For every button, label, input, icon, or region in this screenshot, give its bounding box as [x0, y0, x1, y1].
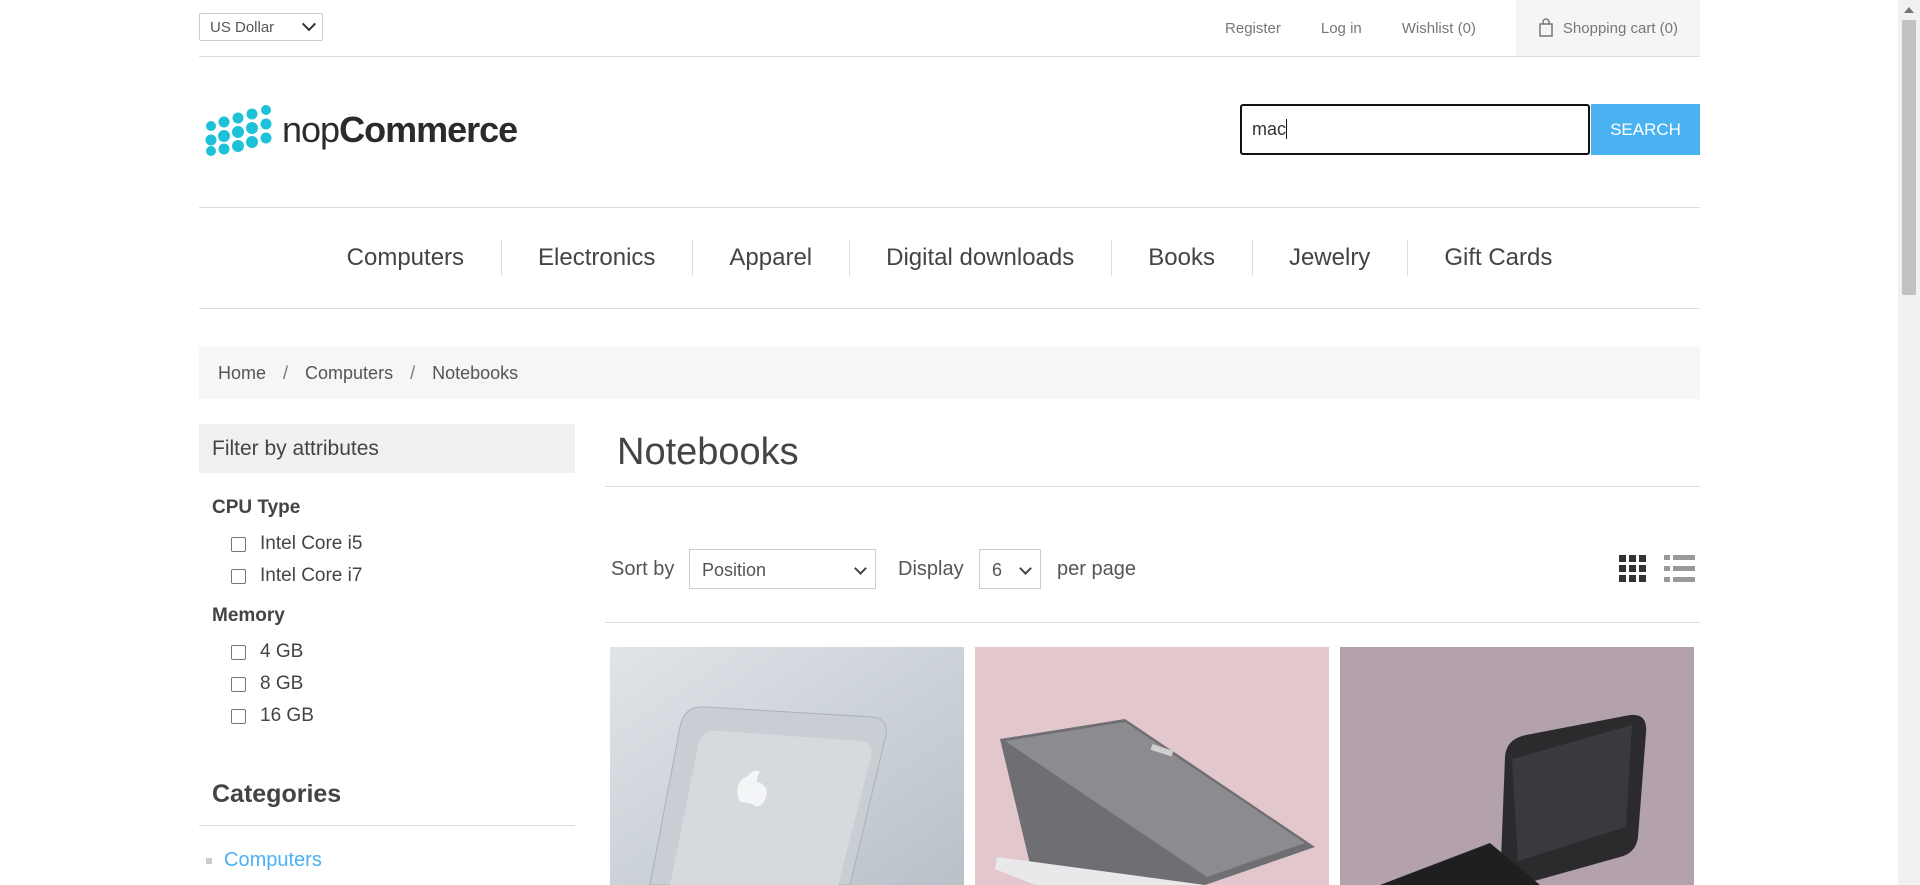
- breadcrumb-separator: /: [410, 362, 416, 383]
- wishlist-link[interactable]: Wishlist (0): [1402, 20, 1476, 37]
- product-image[interactable]: [975, 647, 1329, 885]
- chevron-down-icon: [1019, 562, 1032, 575]
- logo[interactable]: nopCommerce: [204, 104, 518, 156]
- page: US Dollar Register Log in Wishlist (0) S…: [0, 0, 1898, 885]
- bullet-icon: [206, 857, 212, 864]
- chevron-down-icon: [854, 562, 867, 575]
- shopping-bag-icon: [1539, 18, 1553, 37]
- filter-option[interactable]: 8 GB: [231, 673, 303, 695]
- chevron-down-icon: [301, 17, 317, 32]
- search-button[interactable]: SEARCH: [1591, 104, 1700, 155]
- filter-option[interactable]: Intel Core i5: [231, 533, 362, 555]
- sort-bar: Sort by Position Display 6 per page: [605, 545, 1700, 593]
- menu-item-apparel[interactable]: Apparel: [692, 240, 849, 276]
- header-links: Register Log in Wishlist (0) Shopping ca…: [1225, 0, 1700, 56]
- menu-item-digital-downloads[interactable]: Digital downloads: [849, 240, 1111, 276]
- breadcrumb-current: Notebooks: [432, 362, 519, 383]
- menu-item-computers[interactable]: Computers: [310, 244, 501, 272]
- logo-dots-icon: [205, 105, 272, 156]
- category-label: Computers: [224, 849, 322, 871]
- currency-select[interactable]: US Dollar: [199, 13, 323, 41]
- checkbox[interactable]: [231, 708, 246, 724]
- grid-view-icon[interactable]: [1619, 555, 1647, 583]
- currency-value: US Dollar: [210, 19, 275, 36]
- divider: [605, 622, 1700, 623]
- filter-title: Filter by attributes: [199, 424, 575, 473]
- scroll-up-icon[interactable]: [1904, 6, 1914, 14]
- page-size-value: 6: [992, 560, 1003, 580]
- categories-title: Categories: [212, 780, 342, 808]
- checkbox[interactable]: [231, 644, 246, 660]
- display-label: Display: [898, 558, 964, 580]
- scrollbar-thumb[interactable]: [1902, 20, 1916, 295]
- checkbox[interactable]: [231, 536, 246, 552]
- per-page-label: per page: [1057, 558, 1136, 580]
- breadcrumb-separator: /: [283, 362, 289, 383]
- checkbox[interactable]: [231, 568, 246, 584]
- filter-option[interactable]: 16 GB: [231, 705, 314, 727]
- category-item-computers[interactable]: Computers: [206, 849, 322, 872]
- scrollbar[interactable]: [1898, 0, 1920, 885]
- menu-item-gift-cards[interactable]: Gift Cards: [1407, 240, 1589, 276]
- cart-label: Shopping cart (0): [1562, 19, 1678, 37]
- filter-group-cpu-type: CPU Type: [212, 497, 301, 518]
- filter-option-label: Intel Core i7: [260, 565, 363, 586]
- breadcrumb-computers[interactable]: Computers: [305, 363, 393, 384]
- divider: [605, 486, 1700, 487]
- laptop-image: [975, 647, 1329, 885]
- filter-option[interactable]: Intel Core i7: [231, 565, 362, 587]
- menu-item-electronics[interactable]: Electronics: [501, 240, 692, 276]
- laptop-image: [1340, 647, 1694, 885]
- page-title: Notebooks: [617, 431, 799, 473]
- search-input[interactable]: mac: [1240, 104, 1590, 155]
- filter-option-label: 16 GB: [260, 705, 314, 726]
- filter-option-label: 4 GB: [260, 641, 304, 662]
- sort-label: Sort by: [611, 558, 675, 580]
- sort-select[interactable]: Position: [689, 549, 876, 589]
- login-link[interactable]: Log in: [1321, 20, 1362, 37]
- menu-item-jewelry[interactable]: Jewelry: [1251, 240, 1407, 276]
- breadcrumb-home[interactable]: Home: [218, 363, 266, 384]
- page-size-select[interactable]: 6: [979, 549, 1041, 589]
- checkbox[interactable]: [231, 676, 246, 692]
- search-value: mac: [1252, 119, 1287, 139]
- filter-option-label: Intel Core i5: [260, 533, 363, 554]
- breadcrumb: Home / Computers / Notebooks: [199, 347, 1700, 399]
- sort-value: Position: [702, 560, 767, 580]
- logo-text: nopCommerce: [282, 109, 518, 150]
- divider: [199, 825, 575, 826]
- product-image[interactable]: [1340, 647, 1694, 885]
- menu-item-books[interactable]: Books: [1111, 240, 1252, 276]
- header-links-bar: US Dollar Register Log in Wishlist (0) S…: [199, 0, 1700, 57]
- register-link[interactable]: Register: [1225, 20, 1281, 37]
- shopping-cart-link[interactable]: Shopping cart (0): [1515, 0, 1700, 56]
- laptop-image: [610, 647, 964, 885]
- list-view-icon[interactable]: [1664, 555, 1695, 583]
- filter-option[interactable]: 4 GB: [231, 641, 303, 663]
- filter-option-label: 8 GB: [260, 673, 304, 694]
- top-menu: Computers Electronics Apparel Digital do…: [199, 207, 1700, 309]
- filter-group-memory: Memory: [212, 605, 285, 626]
- product-image[interactable]: [610, 647, 964, 885]
